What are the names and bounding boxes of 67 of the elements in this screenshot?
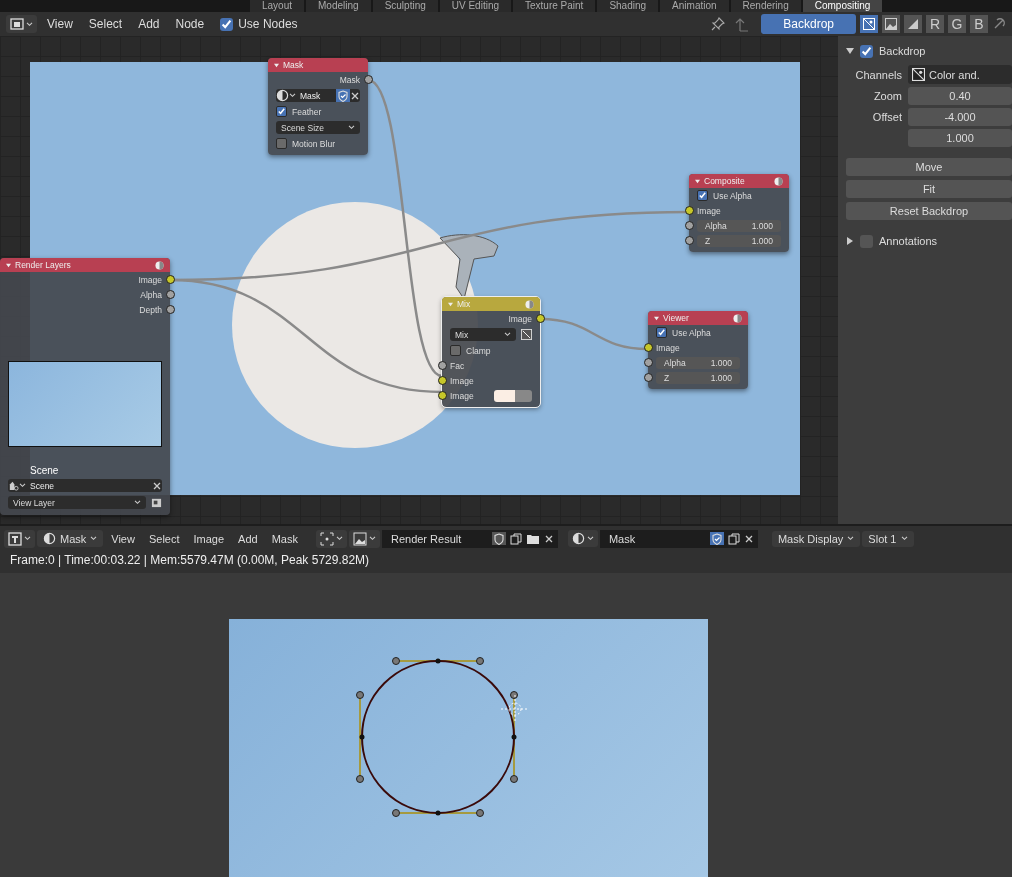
socket-label: Depth [139,304,162,315]
node-header[interactable]: Render Layers [0,258,170,272]
property-label: Zoom [872,89,902,102]
socket-label: Image [697,205,721,216]
menu-item[interactable]: View [41,15,79,33]
menu-item[interactable]: Select [142,530,186,547]
panel-button[interactable]: Reset Backdrop [846,202,1012,220]
node-title: Mask [283,60,304,70]
workspace-tab[interactable]: Compositing [802,0,883,12]
dropdown[interactable]: View Layer [8,496,146,509]
panel-button[interactable]: Fit [846,180,1012,198]
number-field[interactable]: -4.000 [908,107,1012,126]
checkbox-label: Use Alpha [672,327,711,338]
workspace-tab[interactable]: Texture Paint [513,0,596,12]
dropdown[interactable]: Mix [450,328,516,341]
checkbox-label: Motion Blur [292,138,335,149]
channel-toggle[interactable]: R [926,15,944,33]
backdrop-button[interactable]: Backdrop [761,14,856,34]
workspace-tab[interactable]: Animation [660,0,729,12]
workspace-tab[interactable]: UV Editing [439,0,511,12]
socket-label: Mask [339,74,360,85]
panel-title: Backdrop [879,45,926,57]
mode-dropdown[interactable]: Mask [37,530,104,547]
menu-item[interactable]: Node [169,15,211,33]
scene-label: Scene [30,465,59,476]
channel-toggle[interactable]: G [948,15,966,33]
workspace-tab[interactable]: Rendering [730,0,801,12]
node-header[interactable]: Composite [689,174,789,188]
workspace-tab[interactable]: Modeling [306,0,371,12]
menu-item[interactable]: View [105,530,141,547]
render-info: Frame:0 | Time:00:03.22 | Mem:5579.47M (0.00M, Peak 5729.82M) [0,551,1012,573]
node-header[interactable]: Mask [268,58,368,72]
node-title: Render Layers [15,260,71,270]
socket-label: Image [656,342,680,353]
panel-button[interactable]: Move [846,158,1012,176]
slot-dropdown[interactable]: Slot 1 [862,530,914,547]
number-field[interactable]: 1.000 [908,128,1012,147]
socket-label: Image [138,274,162,285]
checkbox-label: Feather [292,106,322,117]
node-header[interactable]: Viewer [648,311,748,325]
checkbox-label: Use Alpha [713,190,752,201]
socket-label: Image [450,390,474,401]
checkbox-label: Clamp [466,345,491,356]
menu-item[interactable]: Select [82,15,129,33]
panel-title: Annotations [879,235,938,247]
workspace-tab[interactable]: Layout [250,0,305,12]
checkbox-label: Use Nodes [238,17,298,31]
socket-label: Fac [450,360,465,371]
workspace-tab[interactable]: Sculpting [372,0,438,12]
property-label: Channels [854,68,902,81]
menu-item[interactable]: Add [132,15,166,33]
node-title: Viewer [663,313,689,323]
node-title: Composite [704,176,745,186]
number-field[interactable]: 0.40 [908,86,1012,105]
channels-dropdown[interactable]: Color and. [908,65,1012,84]
socket-label: Image [508,313,532,324]
menu-item[interactable]: Add [232,530,264,547]
node-title: Mix [457,299,471,309]
socket-label: Alpha [140,289,162,300]
socket-label: Image [450,375,474,386]
channel-toggle[interactable]: B [970,15,988,33]
menu-item[interactable]: Image [187,530,231,547]
workspace-tab[interactable]: Shading [597,0,659,12]
dropdown[interactable]: Scene Size [276,121,360,134]
menu-item[interactable]: Mask [265,530,304,547]
mask-display-dropdown[interactable]: Mask Display [771,530,861,547]
property-label: Offset [871,110,902,123]
